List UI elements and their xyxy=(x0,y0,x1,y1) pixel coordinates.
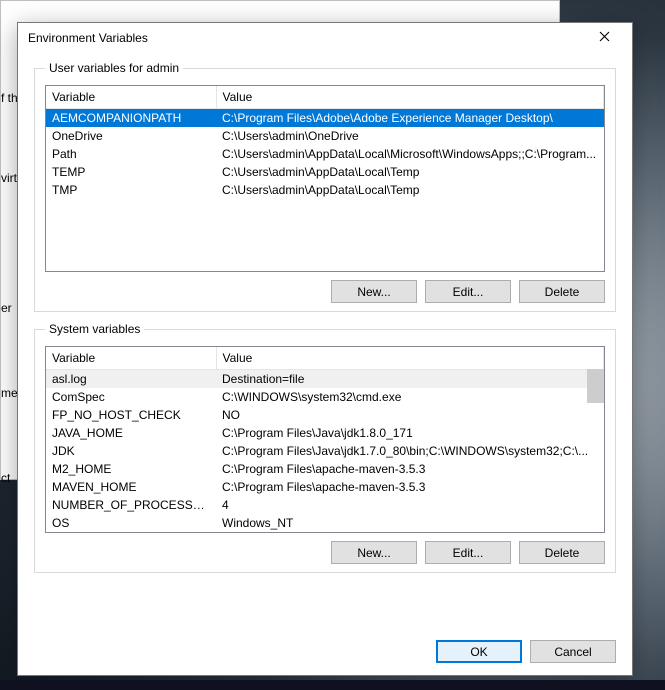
titlebar: Environment Variables xyxy=(18,23,632,53)
user-variables-group: User variables for admin Variable Value … xyxy=(34,61,616,312)
variable-cell: asl.log xyxy=(46,370,216,389)
value-cell: Destination=file xyxy=(216,370,604,389)
table-row[interactable]: PathC:\Users\admin\AppData\Local\Microso… xyxy=(46,145,604,163)
variable-cell: MAVEN_HOME xyxy=(46,478,216,496)
user-variables-legend: User variables for admin xyxy=(45,61,183,75)
value-cell: 4 xyxy=(216,496,604,514)
table-row[interactable]: FP_NO_HOST_CHECKNO xyxy=(46,406,604,424)
variable-cell: Path xyxy=(46,145,216,163)
value-cell: C:\Users\admin\AppData\Local\Temp xyxy=(216,181,604,199)
bg-label: virt xyxy=(1,171,17,185)
table-row[interactable]: asl.logDestination=file xyxy=(46,370,604,389)
column-header-value[interactable]: Value xyxy=(216,86,604,109)
variable-cell: ComSpec xyxy=(46,388,216,406)
table-row[interactable]: ComSpecC:\WINDOWS\system32\cmd.exe xyxy=(46,388,604,406)
user-variables-list[interactable]: Variable Value AEMCOMPANIONPATHC:\Progra… xyxy=(45,85,605,272)
value-cell: C:\Users\admin\AppData\Local\Temp xyxy=(216,163,604,181)
variable-cell: NUMBER_OF_PROCESSORS xyxy=(46,496,216,514)
table-row[interactable]: MAVEN_HOMEC:\Program Files\apache-maven-… xyxy=(46,478,604,496)
table-row[interactable]: JDKC:\Program Files\Java\jdk1.7.0_80\bin… xyxy=(46,442,604,460)
value-cell: C:\Users\admin\AppData\Local\Microsoft\W… xyxy=(216,145,604,163)
value-cell: C:\Program Files\Adobe\Adobe Experience … xyxy=(216,109,604,128)
table-row[interactable]: OSWindows_NT xyxy=(46,514,604,532)
environment-variables-dialog: Environment Variables User variables for… xyxy=(17,22,633,676)
variable-cell: OS xyxy=(46,514,216,532)
variable-cell: M2_HOME xyxy=(46,460,216,478)
system-variables-legend: System variables xyxy=(45,322,144,336)
table-row[interactable]: M2_HOMEC:\Program Files\apache-maven-3.5… xyxy=(46,460,604,478)
value-cell: C:\WINDOWS\system32\cmd.exe xyxy=(216,388,604,406)
bg-label: ct xyxy=(1,471,10,485)
table-row[interactable]: NUMBER_OF_PROCESSORS4 xyxy=(46,496,604,514)
close-button[interactable] xyxy=(584,24,624,52)
value-cell: C:\Users\admin\OneDrive xyxy=(216,127,604,145)
value-cell: NO xyxy=(216,406,604,424)
user-new-button[interactable]: New... xyxy=(331,280,417,303)
table-row[interactable]: TEMPC:\Users\admin\AppData\Local\Temp xyxy=(46,163,604,181)
scrollbar-thumb[interactable] xyxy=(587,369,604,403)
value-cell: C:\Program Files\apache-maven-3.5.3 xyxy=(216,460,604,478)
value-cell: C:\Program Files\Java\jdk1.7.0_80\bin;C:… xyxy=(216,442,604,460)
table-row[interactable]: OneDriveC:\Users\admin\OneDrive xyxy=(46,127,604,145)
column-header-value[interactable]: Value xyxy=(216,347,604,370)
system-edit-button[interactable]: Edit... xyxy=(425,541,511,564)
user-delete-button[interactable]: Delete xyxy=(519,280,605,303)
bg-label: er xyxy=(1,301,12,315)
table-row[interactable]: TMPC:\Users\admin\AppData\Local\Temp xyxy=(46,181,604,199)
variable-cell: TMP xyxy=(46,181,216,199)
variable-cell: FP_NO_HOST_CHECK xyxy=(46,406,216,424)
ok-button[interactable]: OK xyxy=(436,640,522,663)
close-icon xyxy=(599,31,610,45)
variable-cell: OneDrive xyxy=(46,127,216,145)
variable-cell: AEMCOMPANIONPATH xyxy=(46,109,216,128)
table-row[interactable]: JAVA_HOMEC:\Program Files\Java\jdk1.8.0_… xyxy=(46,424,604,442)
cancel-button[interactable]: Cancel xyxy=(530,640,616,663)
value-cell: C:\Program Files\apache-maven-3.5.3 xyxy=(216,478,604,496)
bg-label: f th xyxy=(1,91,18,105)
system-new-button[interactable]: New... xyxy=(331,541,417,564)
user-edit-button[interactable]: Edit... xyxy=(425,280,511,303)
variable-cell: TEMP xyxy=(46,163,216,181)
value-cell: Windows_NT xyxy=(216,514,604,532)
variable-cell: JDK xyxy=(46,442,216,460)
variable-cell: JAVA_HOME xyxy=(46,424,216,442)
value-cell: C:\Program Files\Java\jdk1.8.0_171 xyxy=(216,424,604,442)
table-row[interactable]: AEMCOMPANIONPATHC:\Program Files\Adobe\A… xyxy=(46,109,604,128)
column-header-variable[interactable]: Variable xyxy=(46,86,216,109)
system-variables-list[interactable]: Variable Value asl.logDestination=fileCo… xyxy=(45,346,605,533)
column-header-variable[interactable]: Variable xyxy=(46,347,216,370)
system-variables-group: System variables Variable Value asl.logD… xyxy=(34,322,616,573)
dialog-title: Environment Variables xyxy=(26,31,584,45)
system-delete-button[interactable]: Delete xyxy=(519,541,605,564)
taskbar[interactable] xyxy=(0,680,665,690)
